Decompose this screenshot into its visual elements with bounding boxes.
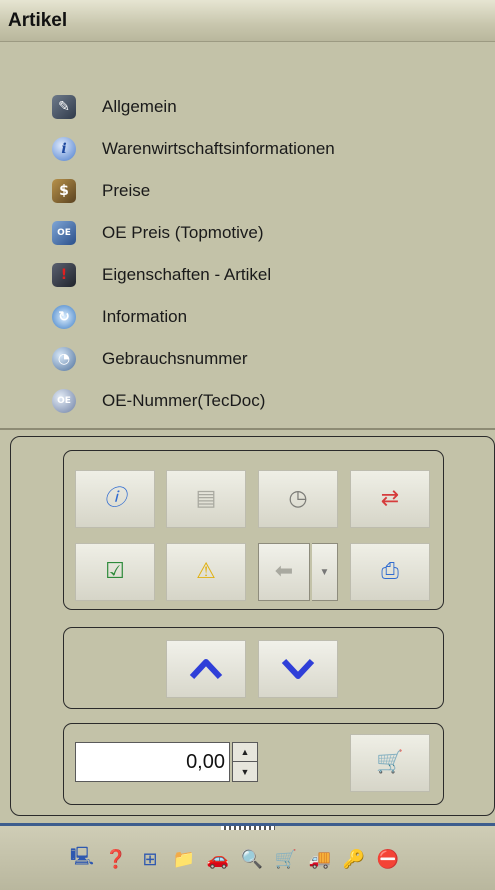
- add-to-cart-button[interactable]: 🛒: [350, 734, 430, 792]
- quantity-stepper: ▲ ▼: [232, 742, 258, 782]
- back-split-button: ⬅ ▼: [258, 543, 338, 601]
- info-icon: i: [52, 137, 76, 161]
- nav-item-label: OE Preis (Topmotive): [102, 223, 264, 242]
- folder-icon[interactable]: 📁: [170, 845, 198, 873]
- usage-number-icon: ◔: [52, 347, 76, 371]
- nav-item-warenwirtschaft[interactable]: i Warenwirtschaftsinformationen: [52, 128, 335, 170]
- nav-item-information[interactable]: ↻ Information: [52, 296, 335, 338]
- info-button[interactable]: ⓘ: [75, 470, 155, 528]
- nav-item-preise[interactable]: $ Preise: [52, 170, 335, 212]
- user-icon[interactable]: 🖳: [68, 845, 96, 873]
- nav-item-label: Gebrauchsnummer: [102, 349, 248, 368]
- navigation-button-group: [63, 627, 444, 709]
- information-icon: ↻: [52, 305, 76, 329]
- properties-icon: !: [52, 263, 76, 287]
- cart-icon[interactable]: 🛒: [272, 845, 300, 873]
- warning-button[interactable]: ⚠: [166, 543, 246, 601]
- spin-down-icon: ▼: [240, 766, 250, 777]
- price-tag-icon: $: [52, 179, 76, 203]
- nav-item-label: Allgemein: [102, 97, 177, 116]
- info-icon: ⓘ: [103, 486, 126, 511]
- oe-price-icon: OE: [52, 221, 76, 245]
- truck-icon[interactable]: 🚚: [306, 845, 334, 873]
- panel-header: Artikel: [0, 0, 495, 42]
- print-button[interactable]: ⎙: [350, 543, 430, 601]
- article-nav-panel: ✎ Allgemein i Warenwirtschaftsinformatio…: [0, 42, 495, 428]
- stop-search-icon[interactable]: ⛔: [374, 845, 402, 873]
- move-up-button[interactable]: [166, 640, 246, 698]
- history-button[interactable]: ◷: [258, 470, 338, 528]
- print-icon: ⎙: [381, 559, 399, 584]
- nav-item-oe-preis[interactable]: OE OE Preis (Topmotive): [52, 212, 335, 254]
- document-icon: ▤: [195, 486, 217, 511]
- clock-icon: ◷: [288, 486, 308, 511]
- splitter-grip[interactable]: [221, 826, 275, 830]
- oe-number-icon: OE: [52, 389, 76, 413]
- article-nav-list: ✎ Allgemein i Warenwirtschaftsinformatio…: [52, 86, 335, 422]
- decrement-button[interactable]: ▼: [233, 762, 257, 781]
- spin-up-icon: ▲: [240, 747, 250, 757]
- swap-button[interactable]: ⇄: [350, 470, 430, 528]
- nav-item-label: Information: [102, 307, 188, 326]
- network-icon[interactable]: ⊞: [136, 845, 164, 873]
- nav-item-gebrauchsnummer[interactable]: ◔ Gebrauchsnummer: [52, 338, 335, 380]
- cart-icon: 🛒: [376, 750, 404, 775]
- nav-item-label: Warenwirtschaftsinformationen: [102, 139, 335, 158]
- checklist-icon: ☑: [105, 559, 125, 584]
- swap-icon: ⇄: [380, 486, 400, 511]
- car-icon[interactable]: 🚗: [204, 845, 232, 873]
- dropdown-arrow-icon: ▼: [319, 566, 330, 578]
- chevron-down-icon: [281, 658, 315, 679]
- help-icon[interactable]: ❓: [102, 845, 130, 873]
- bottom-icon-row: 🖳 ❓ ⊞ 📁 🚗 🔍 🛒 🚚 🔑 ⛔: [68, 845, 402, 873]
- checklist-button[interactable]: ☑: [75, 543, 155, 601]
- back-button[interactable]: ⬅: [258, 543, 310, 601]
- general-icon: ✎: [52, 95, 76, 119]
- warning-icon: ⚠: [196, 559, 216, 584]
- nav-item-oe-nummer[interactable]: OE OE-Nummer(TecDoc): [52, 380, 335, 422]
- back-arrow-icon: ⬅: [274, 559, 294, 584]
- document-button[interactable]: ▤: [166, 470, 246, 528]
- car-key-icon[interactable]: 🔑: [340, 845, 368, 873]
- panel-title: Artikel: [8, 10, 68, 31]
- nav-item-label: Preise: [102, 181, 151, 200]
- nav-item-allgemein[interactable]: ✎ Allgemein: [52, 86, 335, 128]
- increment-button[interactable]: ▲: [233, 743, 257, 762]
- nav-item-label: Eigenschaften - Artikel: [102, 265, 272, 284]
- search-icon[interactable]: 🔍: [238, 845, 266, 873]
- nav-item-label: OE-Nummer(TecDoc): [102, 391, 266, 410]
- quantity-input[interactable]: 0,00: [75, 742, 230, 782]
- nav-item-eigenschaften[interactable]: ! Eigenschaften - Artikel: [52, 254, 335, 296]
- back-dropdown-button[interactable]: ▼: [312, 543, 338, 601]
- chevron-up-icon: [189, 659, 223, 680]
- move-down-button[interactable]: [258, 640, 338, 698]
